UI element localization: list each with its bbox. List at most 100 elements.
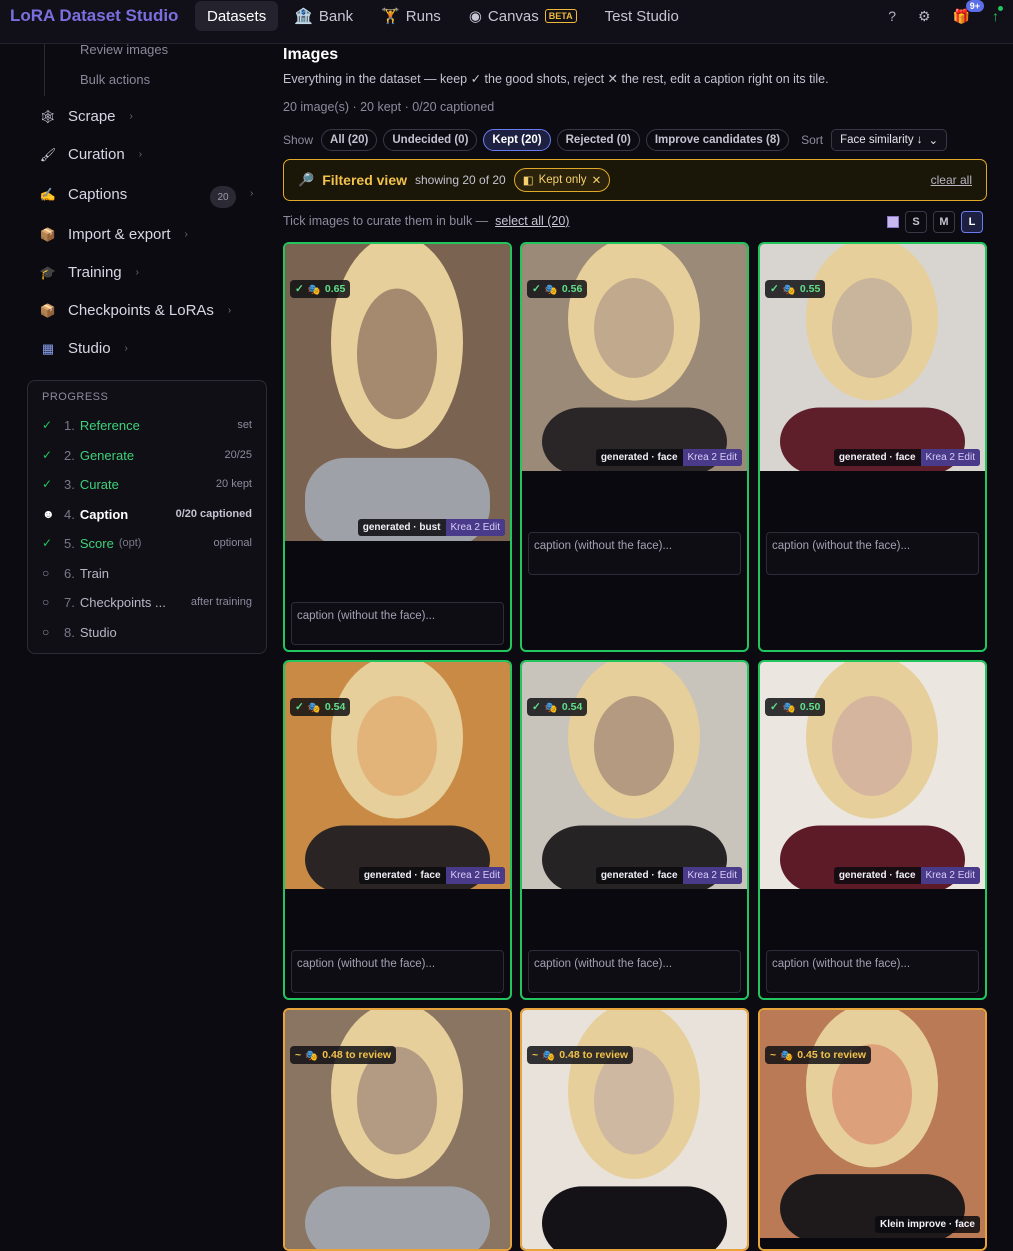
- gift-icon[interactable]: 🎁 9+: [953, 0, 984, 25]
- top-actions: ? ⚙ 🎁 9+ ↑: [888, 0, 1003, 32]
- select-all-link[interactable]: select all (20): [495, 214, 569, 228]
- sidebar-item-studio[interactable]: ▦ Studio ›: [38, 340, 128, 357]
- progress-step-curate[interactable]: ✓ 3. Curate 20 kept: [42, 474, 252, 494]
- image-card[interactable]: ~ 🎭 0.48 to review: [520, 1008, 749, 1251]
- size-large-button[interactable]: L: [961, 211, 983, 233]
- image-card[interactable]: ✓ 🎭 0.65 generated · bust Krea 2 Edit caption…: [283, 242, 512, 652]
- caption-input[interactable]: caption (without the face)...: [528, 950, 741, 993]
- gear-icon[interactable]: ⚙: [918, 8, 931, 25]
- face-icon: 🎭: [307, 701, 321, 714]
- sidebar-item-captions[interactable]: ✍ Captions: [38, 186, 127, 203]
- step-label: Caption: [79, 506, 129, 522]
- magnifier-icon: 🔎: [298, 172, 315, 187]
- filter-all[interactable]: All (20): [321, 129, 378, 151]
- tab-canvas[interactable]: ◉ Canvas BETA: [457, 1, 589, 31]
- image-card[interactable]: ~ 🎭 0.48 to review: [283, 1008, 512, 1251]
- progress-title: PROGRESS: [42, 391, 109, 403]
- filter-rejected[interactable]: Rejected (0): [556, 129, 640, 151]
- tab-runs[interactable]: 🏋 Runs: [369, 1, 453, 31]
- image-card[interactable]: ✓ 🎭 0.50 generated · face Krea 2 Edit caption…: [758, 660, 987, 1000]
- tab-label: Test Studio: [604, 7, 679, 25]
- progress-step-reference[interactable]: ✓ 1. Reference set: [42, 415, 252, 435]
- score-value: 0.55: [799, 283, 821, 295]
- image-card[interactable]: ✓ 🎭 0.54 generated · face Krea 2 Edit caption…: [283, 660, 512, 1000]
- step-label: Curate: [79, 476, 119, 492]
- model-label: Krea 2 Edit: [920, 449, 980, 466]
- face-icon: 🎭: [307, 283, 321, 296]
- score-value: 0.45 to review: [797, 1049, 867, 1061]
- filtered-view-bar: 🔎 Filtered view showing 20 of 20 ◧ Kept o…: [283, 159, 987, 201]
- sort-select[interactable]: Face similarity ↓ ⌄: [831, 129, 948, 151]
- filter-kept[interactable]: Kept (20): [483, 129, 551, 151]
- sidebar-item-curation[interactable]: 🖌 Curation ›: [38, 146, 142, 163]
- tab-label: Canvas: [487, 7, 539, 25]
- progress-step-studio[interactable]: ○ 8. Studio: [42, 622, 252, 642]
- sidebar-sub-review-images[interactable]: Review images: [80, 42, 168, 57]
- image-card[interactable]: ✓ 🎭 0.54 generated · face Krea 2 Edit caption…: [520, 660, 749, 1000]
- bank-icon: 🏦: [294, 8, 313, 25]
- bulk-text: Tick images to curate them in bulk —: [283, 214, 489, 228]
- portrait-photo[interactable]: [760, 1010, 985, 1243]
- clear-all-link[interactable]: clear all: [931, 173, 972, 187]
- model-label: Krea 2 Edit: [445, 519, 505, 536]
- step-number: 7.: [64, 594, 75, 610]
- portrait-photo[interactable]: [285, 662, 510, 894]
- filter-undecided[interactable]: Undecided (0): [383, 129, 478, 151]
- sort-value: Face similarity ↓: [840, 134, 923, 146]
- runner-icon: 🏋: [381, 8, 400, 25]
- sidebar-sub-bulk-actions[interactable]: Bulk actions: [80, 72, 150, 87]
- tab-bank[interactable]: 🏦 Bank: [282, 1, 365, 31]
- portrait-photo[interactable]: [760, 244, 985, 476]
- check-icon: ✓: [532, 283, 541, 295]
- progress-step-caption[interactable]: ☻ 4. Caption 0/20 captioned: [42, 504, 252, 524]
- caption-input[interactable]: caption (without the face)...: [291, 602, 504, 645]
- image-card[interactable]: ✓ 🎭 0.55 generated · face Krea 2 Edit caption…: [758, 242, 987, 652]
- caption-input[interactable]: caption (without the face)...: [528, 532, 741, 575]
- top-bar: LoRA Dataset Studio Datasets 🏦 Bank 🏋 Runs…: [0, 0, 1013, 44]
- sidebar-item-checkpoints[interactable]: 📦 Checkpoints & LoRAs ›: [38, 302, 231, 319]
- score-badge: ✓ 🎭 0.54: [527, 698, 588, 716]
- progress-step-train[interactable]: ○ 6. Train: [42, 563, 252, 583]
- size-small-button[interactable]: S: [905, 211, 927, 233]
- tab-datasets[interactable]: Datasets: [195, 1, 279, 31]
- step-number: 8.: [64, 624, 75, 640]
- portrait-photo[interactable]: [760, 662, 985, 894]
- caption-input[interactable]: caption (without the face)...: [766, 532, 979, 575]
- sidebar-item-label: Studio: [68, 340, 111, 357]
- step-note: 0/20 captioned: [175, 508, 252, 520]
- sidebar-item-label: Scrape: [68, 108, 116, 125]
- caption-input[interactable]: caption (without the face)...: [766, 950, 979, 993]
- progress-step-score[interactable]: ✓ 5. Score (opt) optional: [42, 533, 252, 553]
- update-icon[interactable]: ↑: [992, 6, 1003, 24]
- circle-icon: ○: [42, 566, 50, 580]
- close-icon[interactable]: ✕: [592, 173, 602, 187]
- portrait-photo[interactable]: [522, 662, 747, 894]
- kept-only-chip[interactable]: ◧ Kept only ✕: [513, 168, 611, 192]
- progress-step-generate[interactable]: ✓ 2. Generate 20/25: [42, 445, 252, 465]
- model-label: Krea 2 Edit: [682, 449, 742, 466]
- source-label: generated · bust: [362, 522, 441, 533]
- select-square-icon[interactable]: [887, 216, 899, 228]
- app-brand[interactable]: LoRA Dataset Studio: [10, 6, 178, 26]
- chevron-icon: ›: [124, 343, 128, 354]
- chip-label: Kept only: [538, 174, 587, 186]
- size-medium-button[interactable]: M: [933, 211, 955, 233]
- image-card[interactable]: ✓ 🎭 0.56 generated · face Krea 2 Edit caption…: [520, 242, 749, 652]
- face-icon: 🎭: [544, 283, 558, 296]
- portrait-photo[interactable]: [522, 244, 747, 476]
- source-tag: generated · face Krea 2 Edit: [595, 449, 742, 466]
- image-card[interactable]: ~ 🎭 0.45 to review Klein improve · face: [758, 1008, 987, 1251]
- tab-test-studio[interactable]: Test Studio: [593, 1, 691, 31]
- filter-row: Show All (20) Undecided (0) Kept (20) Re…: [283, 129, 948, 151]
- sidebar-item-training[interactable]: 🎓 Training ›: [38, 264, 139, 281]
- tilde-icon: ~: [770, 1049, 777, 1061]
- help-icon[interactable]: ?: [888, 8, 896, 24]
- bulk-row: Tick images to curate them in bulk — sel…: [283, 214, 569, 228]
- writing-hand-icon: ✍: [39, 186, 57, 202]
- sidebar-item-import-export[interactable]: 📦 Import & export ›: [38, 226, 188, 243]
- sidebar-item-scrape[interactable]: 🕸 Scrape ›: [38, 108, 133, 125]
- filter-improve[interactable]: Improve candidates (8): [645, 129, 790, 151]
- progress-step-checkpoints[interactable]: ○ 7. Checkpoints ... after training: [42, 592, 252, 612]
- caption-input[interactable]: caption (without the face)...: [291, 950, 504, 993]
- tab-label: Runs: [405, 7, 441, 25]
